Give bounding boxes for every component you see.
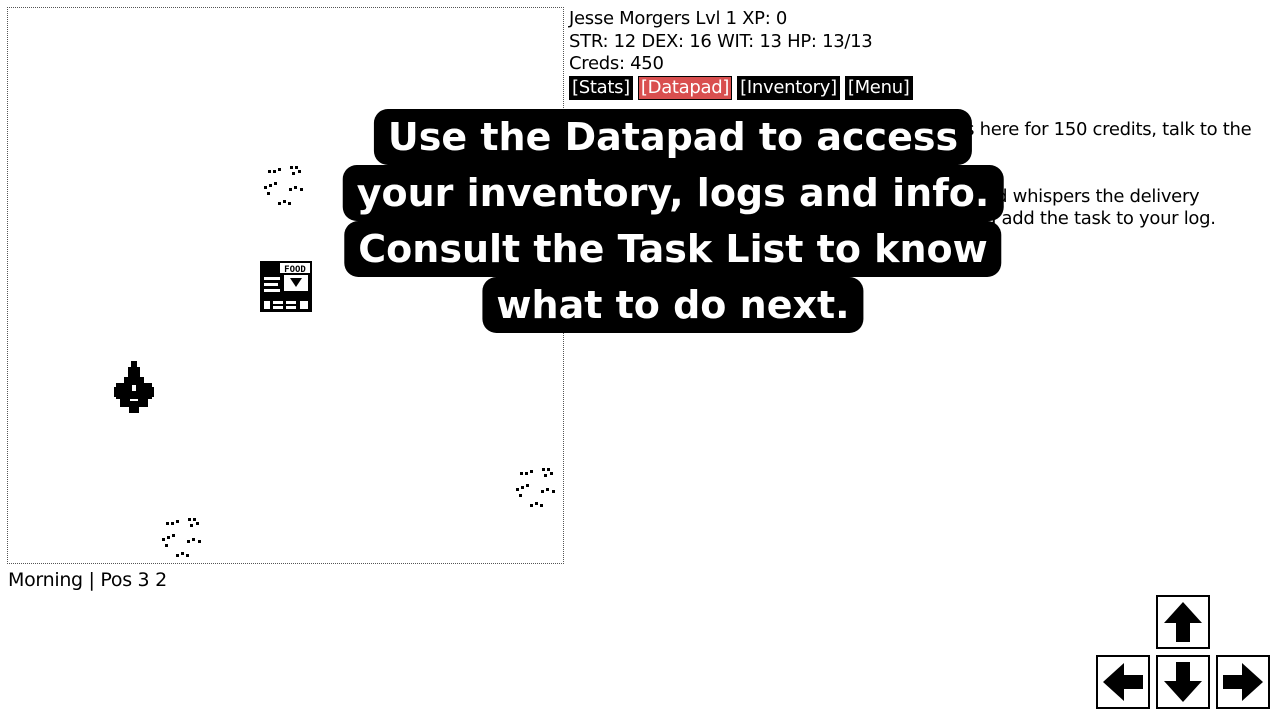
move-right-button[interactable]	[1216, 655, 1270, 709]
time-position-status: Morning | Pos 3 2	[8, 569, 167, 591]
arrow-down-icon	[1164, 662, 1202, 702]
log-text-line: nd whispers the delivery	[985, 186, 1200, 207]
player-ship-icon	[114, 361, 154, 413]
stats-button[interactable]: [Stats]	[569, 75, 633, 100]
move-left-button[interactable]	[1096, 655, 1150, 709]
move-down-button[interactable]	[1156, 655, 1210, 709]
player-attributes: STR: 12 DEX: 16 WIT: 13 HP: 13/13	[569, 30, 873, 52]
debris-cluster-icon	[264, 166, 303, 205]
debris-cluster-icon	[516, 468, 555, 507]
food-shop-building[interactable]: FOOD	[260, 261, 312, 312]
datapad-button[interactable]: [Datapad]	[636, 74, 734, 101]
arrow-up-icon	[1164, 602, 1202, 642]
arrow-left-icon	[1103, 663, 1143, 701]
player-info-panel: Jesse Morgers Lvl 1 XP: 0 STR: 12 DEX: 1…	[569, 8, 1274, 101]
svg-text:FOOD: FOOD	[284, 265, 306, 275]
tutorial-line: your inventory, logs and info.	[342, 165, 1004, 221]
main-menu-bar: [Stats] [Datapad] [Inventory] [Menu]	[569, 74, 1274, 101]
move-up-button[interactable]	[1156, 595, 1210, 649]
player-name-level: Jesse Morgers Lvl 1 XP: 0	[569, 8, 788, 29]
log-text-line: u add the task to your log.	[985, 208, 1216, 229]
inventory-button[interactable]: [Inventory]	[737, 75, 840, 100]
tutorial-line: Consult the Task List to know	[344, 221, 1002, 277]
direction-pad	[1096, 595, 1272, 713]
player-credits: Creds: 450	[569, 53, 664, 74]
tutorial-line: Use the Datapad to access	[373, 109, 973, 165]
log-text-line: ks here for 150 credits, talk to the	[955, 119, 1252, 140]
tutorial-line: what to do next.	[482, 277, 864, 333]
debris-cluster-icon	[162, 518, 201, 557]
menu-button[interactable]: [Menu]	[844, 75, 913, 100]
food-shop-icon: FOOD	[260, 261, 312, 312]
tutorial-tooltip[interactable]: Use the Datapad to access your inventory…	[342, 99, 1004, 339]
arrow-right-icon	[1223, 663, 1263, 701]
